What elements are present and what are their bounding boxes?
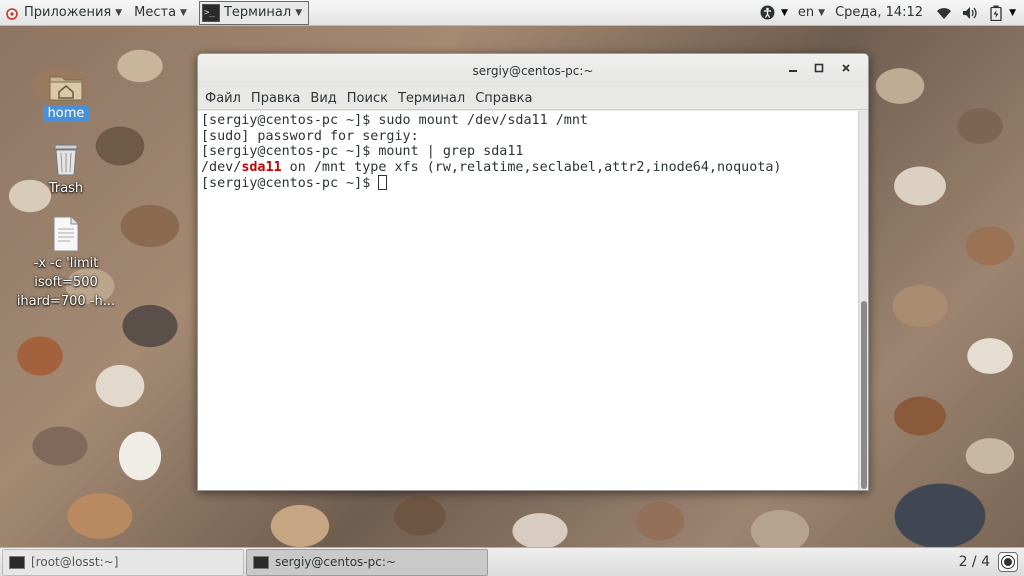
- close-button[interactable]: [839, 63, 853, 77]
- terminal-icon: [253, 555, 269, 569]
- terminal-line: [sergiy@centos-pc ~]$ sudo mount /dev/sd…: [201, 113, 588, 128]
- vertical-scrollbar[interactable]: [858, 111, 868, 490]
- system-tray: ▼ en ▼ Среда, 14:12 ▼: [755, 0, 1024, 26]
- grep-match-highlight: sda11: [241, 159, 282, 175]
- clock[interactable]: Среда, 14:12: [827, 0, 931, 26]
- menu-help[interactable]: Справка: [470, 91, 537, 106]
- window-title: sergiy@centos-pc:~: [472, 63, 594, 78]
- volume-icon[interactable]: [961, 4, 979, 22]
- menu-bar: Файл Правка Вид Поиск Терминал Справка: [198, 87, 868, 110]
- keyboard-layout-label: en: [797, 5, 815, 20]
- keyboard-layout[interactable]: en ▼: [796, 0, 827, 26]
- menu-file[interactable]: Файл: [200, 91, 246, 106]
- desktop-icon-home[interactable]: home: [11, 71, 121, 122]
- clock-label: Среда, 14:12: [835, 5, 924, 20]
- terminal-text: on /mnt type xfs (rw,relatime,seclabel,a…: [281, 159, 782, 175]
- text-cursor: [378, 175, 388, 190]
- places-label: Места: [134, 5, 177, 20]
- terminal-text: /dev/: [201, 159, 242, 175]
- chevron-down-icon: ▼: [180, 7, 187, 18]
- window-title-bar[interactable]: sergiy@centos-pc:~: [198, 54, 868, 87]
- menu-search[interactable]: Поиск: [342, 91, 393, 106]
- message-tray-icon[interactable]: [998, 552, 1018, 572]
- wifi-icon[interactable]: [935, 4, 953, 22]
- chevron-down-icon[interactable]: ▼: [781, 8, 788, 18]
- desktop-icon-trash[interactable]: Trash: [11, 141, 121, 198]
- terminal-app-menu[interactable]: >_ Терминал ▼: [198, 0, 310, 25]
- trash-icon: [54, 144, 78, 176]
- text-file-icon: [53, 216, 79, 252]
- terminal-line: [sergiy@centos-pc ~]$ mount | grep sda11: [201, 144, 524, 159]
- battery-icon[interactable]: [987, 4, 1005, 22]
- scrollbar-thumb[interactable]: [861, 301, 867, 489]
- desktop-icon-file[interactable]: -x -c 'limit isoft=500 ihard=700 -h...: [11, 216, 121, 311]
- menu-edit[interactable]: Правка: [246, 91, 305, 106]
- gnome-foot-icon: [6, 7, 18, 20]
- terminal-prompt-line: [sergiy@centos-pc ~]$: [201, 175, 855, 192]
- desktop-icon-label: home: [42, 105, 90, 122]
- terminal-icon: >_: [201, 3, 220, 22]
- desktop-icon-label: -x -c 'limit isoft=500 ihard=700 -h...: [16, 256, 116, 309]
- bottom-taskbar: [root@losst:~] sergiy@centos-pc:~ 2 / 4: [0, 547, 1024, 576]
- desktop-icon-label: Trash: [48, 181, 84, 196]
- terminal-app-label: Терминал: [223, 5, 292, 20]
- menu-terminal[interactable]: Терминал: [393, 91, 470, 106]
- chevron-down-icon: ▼: [115, 7, 123, 18]
- chevron-down-icon: ▼: [818, 7, 826, 18]
- chevron-down-icon[interactable]: ▼: [1009, 8, 1016, 18]
- chevron-down-icon: ▼: [295, 7, 303, 18]
- applications-label: Приложения: [24, 5, 112, 20]
- minimize-button[interactable]: [786, 63, 800, 77]
- terminal-window: sergiy@centos-pc:~ Файл Правка Вид Поиск…: [197, 53, 869, 491]
- places-menu[interactable]: Места ▼: [128, 0, 193, 26]
- taskbar-item-label: sergiy@centos-pc:~: [275, 555, 396, 569]
- taskbar-item-active[interactable]: sergiy@centos-pc:~: [246, 548, 488, 576]
- taskbar-item[interactable]: [root@losst:~]: [2, 548, 244, 576]
- terminal-output[interactable]: [sergiy@centos-pc ~]$ sudo mount /dev/sd…: [198, 111, 858, 490]
- applications-menu[interactable]: Приложения ▼: [0, 0, 128, 26]
- terminal-line: [sudo] password for sergiy:: [201, 128, 419, 144]
- terminal-prompt: [sergiy@centos-pc ~]$: [201, 176, 379, 191]
- menu-view[interactable]: Вид: [305, 91, 341, 106]
- top-panel: Приложения ▼ Места ▼ >_ Терминал ▼ ▼ en …: [0, 0, 1024, 26]
- taskbar-item-label: [root@losst:~]: [31, 555, 119, 569]
- maximize-button[interactable]: [812, 63, 826, 77]
- home-folder-icon: [49, 76, 83, 101]
- accessibility-icon[interactable]: [759, 4, 777, 22]
- terminal-icon: [9, 555, 25, 569]
- workspace-indicator-text: 2 / 4: [958, 554, 990, 570]
- workspace-switcher[interactable]: 2 / 4: [959, 552, 1024, 572]
- terminal-line: /dev/sda11 on /mnt type xfs (rw,relatime…: [201, 160, 855, 176]
